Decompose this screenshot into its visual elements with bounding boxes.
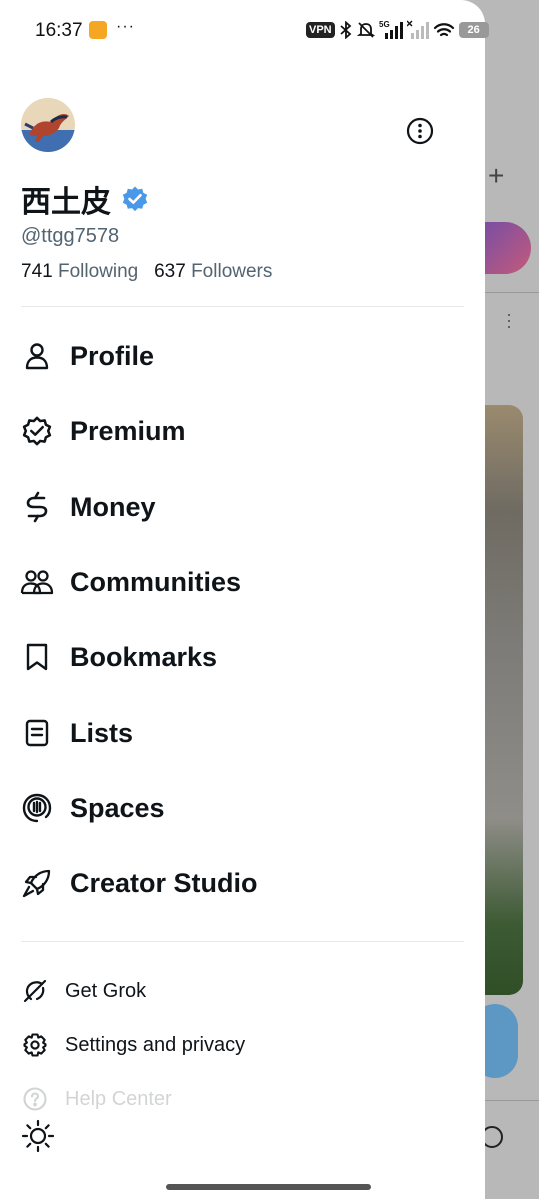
nav-item-premium[interactable]: Premium <box>20 411 186 451</box>
person-icon <box>20 339 54 373</box>
post-image <box>485 405 523 995</box>
divider <box>21 306 464 307</box>
followers-count: 637 <box>154 261 186 282</box>
home-indicator[interactable] <box>166 1184 371 1190</box>
nav-label: Lists <box>70 717 134 748</box>
communities-icon <box>20 565 54 599</box>
vpn-badge: VPN <box>306 22 335 38</box>
status-bar: 16:37 ··· VPN 5G 26 <box>0 0 539 60</box>
bookmark-icon <box>20 640 54 674</box>
verified-badge-icon <box>122 186 148 212</box>
followers-link[interactable]: 637 Followers <box>154 261 272 282</box>
signal-5g-icon: 5G <box>379 20 403 39</box>
feed-divider <box>485 1100 539 1101</box>
menu-item-get-grok[interactable]: Get Grok <box>20 976 146 1006</box>
nav-item-lists[interactable]: Lists <box>20 713 133 753</box>
nav-label: Spaces <box>70 792 165 823</box>
system-icons: VPN 5G 26 <box>306 20 489 40</box>
profile-name-row[interactable]: 西土皮 <box>21 177 149 221</box>
network-label: 5G <box>379 20 390 29</box>
help-icon <box>20 1084 50 1114</box>
theme-toggle-icon[interactable] <box>21 1119 55 1153</box>
menu-label: Help Center <box>65 1087 172 1110</box>
grok-icon <box>20 976 50 1006</box>
notification-app-icon <box>89 21 107 39</box>
plus-icon: + <box>488 160 505 191</box>
display-name: 西土皮 <box>21 186 111 219</box>
nav-item-communities[interactable]: Communities <box>20 562 241 602</box>
nav-label: Creator Studio <box>70 867 258 898</box>
more-options-icon[interactable] <box>406 117 434 145</box>
following-link[interactable]: 741 Following <box>21 261 138 282</box>
verified-badge-icon <box>20 414 54 448</box>
clock: 16:37 <box>35 20 83 41</box>
nav-item-creator-studio[interactable]: Creator Studio <box>20 863 258 903</box>
bluetooth-icon <box>340 21 351 39</box>
rocket-icon <box>20 866 54 900</box>
menu-label: Get Grok <box>65 979 147 1002</box>
lists-icon <box>20 716 54 750</box>
nav-label: Premium <box>70 415 186 446</box>
more-vertical-icon: · · · <box>506 304 512 336</box>
menu-item-help-center[interactable]: Help Center <box>20 1084 172 1114</box>
money-icon <box>20 490 54 524</box>
feed-divider <box>485 292 539 293</box>
nav-item-spaces[interactable]: Spaces <box>20 788 165 828</box>
nav-item-bookmarks[interactable]: Bookmarks <box>20 637 217 677</box>
nav-label: Bookmarks <box>70 641 218 672</box>
nav-label: Money <box>70 491 156 522</box>
followers-label: Followers <box>191 261 273 282</box>
gear-icon <box>20 1030 50 1060</box>
wifi-icon <box>433 23 454 37</box>
mute-bell-icon <box>356 22 375 38</box>
avatar[interactable] <box>21 98 75 152</box>
menu-item-settings[interactable]: Settings and privacy <box>20 1030 245 1060</box>
side-drawer: 西土皮 @ttgg7578 741 Following 637 Follower… <box>0 0 485 1199</box>
follow-stats: 741 Following 637 Followers <box>21 261 272 283</box>
menu-label: Settings and privacy <box>65 1033 246 1056</box>
user-handle: @ttgg7578 <box>21 225 120 247</box>
nav-label: Communities <box>70 566 242 597</box>
nav-label: Profile <box>70 340 155 371</box>
more-notifications-icon: ··· <box>116 18 135 35</box>
following-label: Following <box>57 261 139 282</box>
spaces-icon <box>20 791 54 825</box>
signal-no-service-icon <box>406 20 429 39</box>
following-count: 741 <box>21 261 53 282</box>
battery-level: 26 <box>458 22 489 38</box>
story-avatars <box>485 222 531 274</box>
nav-item-profile[interactable]: Profile <box>20 336 154 376</box>
nav-item-money[interactable]: Money <box>20 487 156 527</box>
divider <box>21 941 464 942</box>
